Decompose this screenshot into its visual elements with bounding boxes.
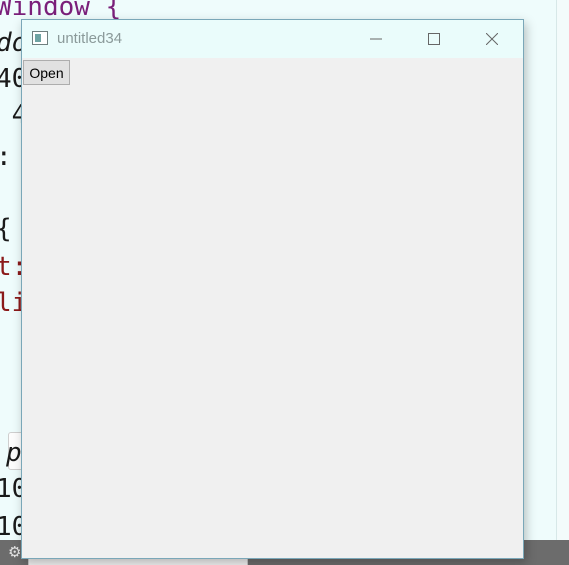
- code-line: p: [6, 438, 22, 468]
- window-client-area: Open: [22, 58, 523, 558]
- gear-icon[interactable]: ⚙: [8, 543, 21, 561]
- maximize-icon: [428, 33, 440, 45]
- desktop: Window { do 40 4 : { t: li p 10 10 ⚙ unt…: [0, 0, 569, 565]
- close-button[interactable]: [463, 20, 521, 58]
- maximize-button[interactable]: [405, 20, 463, 58]
- minimize-button[interactable]: [347, 20, 405, 58]
- close-icon: [486, 33, 498, 45]
- app-window: untitled34 Open: [21, 19, 524, 559]
- code-line: {: [0, 214, 12, 244]
- open-button[interactable]: Open: [23, 60, 70, 85]
- app-window-icon: [32, 31, 48, 45]
- minimize-icon: [370, 38, 382, 40]
- background-scrollbar[interactable]: [556, 0, 569, 540]
- title-bar[interactable]: untitled34: [22, 20, 523, 58]
- code-line: :: [0, 142, 12, 172]
- window-title: untitled34: [57, 30, 123, 47]
